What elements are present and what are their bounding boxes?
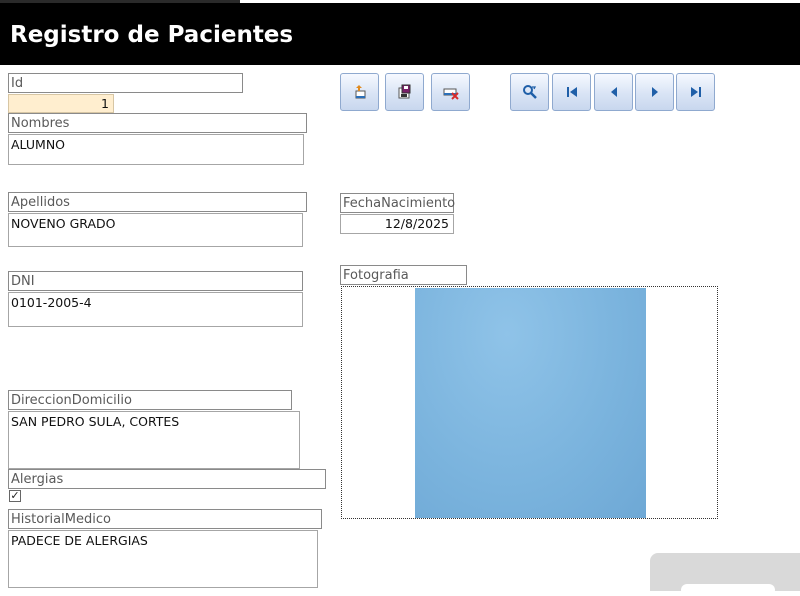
search-icon bbox=[522, 84, 538, 100]
bottom-panel-button[interactable] bbox=[681, 584, 775, 596]
fecha-field[interactable]: 12/8/2025 bbox=[340, 214, 454, 234]
id-label: Id bbox=[8, 73, 243, 93]
direccion-label: DireccionDomicilio bbox=[8, 390, 292, 410]
next-record-icon bbox=[648, 85, 662, 99]
apellidos-label: Apellidos bbox=[8, 192, 307, 212]
apellidos-field[interactable]: NOVENO GRADO bbox=[8, 213, 303, 247]
dni-field[interactable]: 0101-2005-4 bbox=[8, 292, 303, 327]
delete-record-button[interactable] bbox=[431, 73, 470, 111]
first-record-icon bbox=[565, 85, 579, 99]
next-record-button[interactable] bbox=[635, 73, 674, 111]
new-record-icon bbox=[352, 84, 368, 100]
nombres-field[interactable]: ALUMNO bbox=[8, 134, 304, 165]
dni-label: DNI bbox=[8, 271, 303, 291]
last-record-button[interactable] bbox=[676, 73, 715, 111]
save-icon bbox=[397, 84, 413, 100]
delete-icon bbox=[443, 84, 459, 100]
previous-record-icon bbox=[607, 85, 621, 99]
save-record-button[interactable] bbox=[385, 73, 424, 111]
header-top-line bbox=[0, 0, 800, 3]
id-field[interactable]: 1 bbox=[8, 94, 114, 113]
foto-frame[interactable] bbox=[341, 286, 718, 519]
previous-record-button[interactable] bbox=[594, 73, 633, 111]
form-header: Registro de Pacientes bbox=[0, 0, 800, 65]
historial-label: HistorialMedico bbox=[8, 509, 322, 529]
new-record-button[interactable] bbox=[340, 73, 379, 111]
alergias-checkbox[interactable]: ✓ bbox=[9, 490, 21, 502]
patient-photo bbox=[415, 288, 646, 518]
alergias-label: Alergias bbox=[8, 469, 326, 489]
direccion-field[interactable]: SAN PEDRO SULA, CORTES bbox=[8, 411, 300, 469]
foto-label: Fotografia bbox=[340, 265, 467, 285]
fecha-label: FechaNacimiento bbox=[340, 193, 455, 213]
last-record-icon bbox=[689, 85, 703, 99]
first-record-button[interactable] bbox=[552, 73, 591, 111]
search-button[interactable] bbox=[510, 73, 549, 111]
page-title: Registro de Pacientes bbox=[10, 22, 294, 48]
historial-field[interactable]: PADECE DE ALERGIAS bbox=[8, 530, 318, 588]
nombres-label: Nombres bbox=[8, 113, 307, 133]
